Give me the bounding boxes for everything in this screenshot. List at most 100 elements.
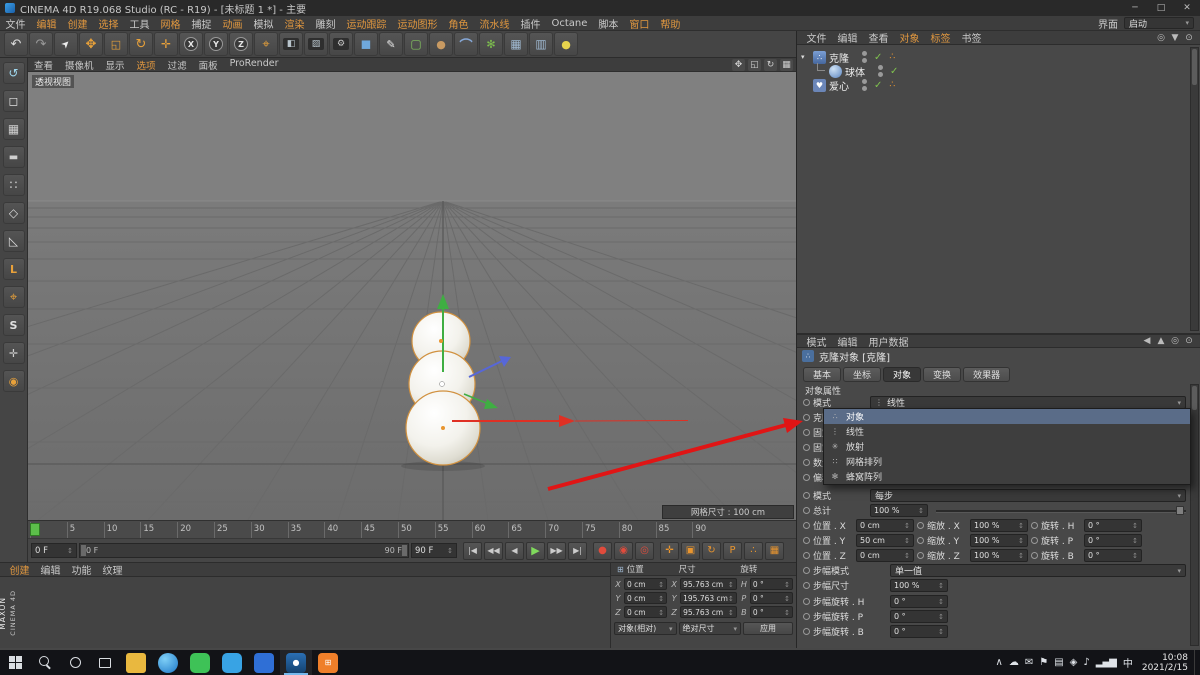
view-label[interactable]: 透视视图 [32, 75, 74, 88]
pos-x-field[interactable]: 0 cm [624, 578, 667, 590]
menu-help[interactable]: 帮助 [655, 16, 686, 31]
om-menu-view[interactable]: 查看 [863, 30, 894, 45]
object-name[interactable]: 克隆 [829, 50, 849, 65]
add-cube-button[interactable]: ◼ [354, 32, 378, 56]
current-frame-field[interactable]: 0 F [31, 543, 77, 558]
object-row-heart-spline[interactable]: ♥ 爱心 ✓ ∴ [801, 78, 895, 92]
amount-slider[interactable] [936, 504, 1186, 517]
key-point-level-button[interactable]: ∴ [744, 542, 763, 560]
goto-start-button[interactable]: |◀ [463, 542, 482, 560]
vp-menu-filter[interactable]: 过滤 [162, 58, 193, 72]
om-menu-bookmarks[interactable]: 书签 [956, 30, 987, 45]
step-rotation-field[interactable]: 0 ° [890, 625, 948, 638]
rotate-tool[interactable]: ↻ [129, 32, 153, 56]
lock-x-button[interactable]: X [179, 32, 203, 56]
taskbar-clock[interactable]: 10:08 2021/2/15 [1142, 653, 1188, 673]
minimize-button[interactable]: ─ [1122, 0, 1148, 16]
current-frame-marker[interactable] [30, 523, 40, 536]
task-view-button[interactable] [90, 650, 120, 675]
tab-coord[interactable]: 坐标 [843, 367, 881, 382]
instance-button[interactable]: ● [429, 32, 453, 56]
lock-y-button[interactable]: Y [204, 32, 228, 56]
attribute-scrollbar[interactable] [1190, 384, 1199, 646]
key-parameter-button[interactable]: P [723, 542, 742, 560]
om-menu-edit[interactable]: 编辑 [832, 30, 863, 45]
am-back-icon[interactable]: ◀ [1140, 336, 1154, 346]
render-view-button[interactable]: ◧ [279, 32, 303, 56]
menu-animate[interactable]: 动画 [217, 16, 248, 31]
om-search-icon[interactable]: ◎ [1154, 33, 1168, 43]
keyframe-selection-button[interactable]: ◎ [635, 542, 654, 560]
maximize-button[interactable]: □ [1148, 0, 1174, 16]
size-mode-select[interactable]: 绝对尺寸 [679, 622, 742, 635]
snap-button[interactable]: ⌖ [3, 286, 25, 308]
object-manager[interactable]: ▾ ∴ 克隆 ✓ ∴ 球体 ✓ ♥ 爱心 ✓ ∴ [797, 45, 1200, 334]
menu-render[interactable]: 渲染 [279, 16, 310, 31]
tray-network-icon[interactable]: ▂▄▆ [1096, 657, 1116, 668]
coordinate-system-button[interactable]: ⌖ [254, 32, 278, 56]
undo-button[interactable]: ↶ [4, 32, 28, 56]
pan-view-icon[interactable]: ✥ [732, 59, 745, 71]
next-frame-button[interactable]: ▶▶ [547, 542, 566, 560]
step-mode2-select[interactable]: 单一值 [890, 564, 1186, 577]
tray-gem-icon[interactable]: ◈ [1070, 657, 1077, 668]
visibility-dots[interactable] [862, 79, 867, 91]
show-desktop-button[interactable] [1194, 650, 1200, 675]
vp-menu-cameras[interactable]: 摄像机 [59, 58, 100, 72]
prev-frame-button[interactable]: ◀ [505, 542, 524, 560]
object-manager-scrollbar[interactable] [1190, 47, 1199, 331]
menu-pipeline[interactable]: 流水线 [474, 16, 515, 31]
tray-sound-icon[interactable]: ♪ [1083, 657, 1088, 668]
scale-y-field[interactable]: 100 % [970, 534, 1028, 547]
start-button[interactable] [0, 650, 30, 675]
end-frame-field[interactable]: 90 F [411, 543, 457, 558]
step-rotation-field[interactable]: 0 ° [890, 595, 948, 608]
step-rotation-field[interactable]: 0 ° [890, 610, 948, 623]
size-x-field[interactable]: 95.763 cm [680, 578, 737, 590]
om-menu-file[interactable]: 文件 [801, 30, 832, 45]
size-y-field[interactable]: 195.763 cm [680, 592, 737, 604]
tray-ime-icon[interactable]: 中 [1123, 655, 1132, 670]
vp-menu-panel[interactable]: 面板 [193, 58, 224, 72]
transform-mode-select[interactable]: 对象(相对) [614, 622, 677, 635]
light-button[interactable]: ● [554, 32, 578, 56]
object-row-cloner[interactable]: ▾ ∴ 克隆 ✓ ∴ [801, 50, 895, 64]
taskbar-app-remote[interactable]: ⊞ [312, 650, 344, 675]
menu-sculpt[interactable]: 雕刻 [310, 16, 341, 31]
object-name[interactable]: 球体 [845, 64, 865, 79]
om-filter-icon[interactable]: ▼ [1168, 33, 1182, 43]
mat-menu-texture[interactable]: 纹理 [97, 562, 128, 577]
menu-mesh[interactable]: 网格 [155, 16, 186, 31]
bend-deformer-button[interactable]: ⌒ [454, 32, 478, 56]
menu-select[interactable]: 选择 [93, 16, 124, 31]
menu-snap[interactable]: 捕捉 [186, 16, 217, 31]
make-editable-button[interactable]: ↺ [3, 62, 25, 84]
menu-file[interactable]: 文件 [0, 16, 31, 31]
layout-select[interactable]: 启动 [1124, 17, 1194, 29]
tab-object[interactable]: 对象 [883, 367, 921, 382]
timeline-ruler[interactable]: 051015202530354045505560657075808590 [28, 520, 796, 538]
mat-menu-create[interactable]: 创建 [4, 562, 35, 577]
redo-button[interactable]: ↷ [29, 32, 53, 56]
menu-tools[interactable]: 工具 [124, 16, 155, 31]
mode-option-object[interactable]: ∴对象 [824, 409, 1190, 424]
lock-workplane-button[interactable]: ◉ [3, 370, 25, 392]
view-layout-button[interactable]: ▦ [504, 32, 528, 56]
scale-tool[interactable]: ◱ [104, 32, 128, 56]
live-selection-tool[interactable]: ➤ [54, 32, 78, 56]
polygons-mode-button[interactable]: ◺ [3, 230, 25, 252]
step-size-field[interactable]: 100 % [890, 579, 948, 592]
am-menu-mode[interactable]: 模式 [801, 334, 832, 349]
taskbar-app-docs[interactable] [248, 650, 280, 675]
timeline-range-slider[interactable]: 0 F 90 F [79, 543, 409, 558]
mode-option-radial[interactable]: ✳放射 [824, 439, 1190, 454]
vp-menu-options[interactable]: 选项 [131, 58, 162, 72]
spinner-icon[interactable] [447, 546, 453, 556]
rot-b-field[interactable]: 0 ° [1084, 549, 1142, 562]
am-menu-edit[interactable]: 编辑 [832, 334, 863, 349]
tab-transform[interactable]: 变换 [923, 367, 961, 382]
edges-mode-button[interactable]: ◇ [3, 202, 25, 224]
tray-cloud-icon[interactable]: ☁ [1009, 657, 1018, 668]
am-lock-icon[interactable]: ⊙ [1182, 336, 1196, 346]
goto-prev-key-button[interactable]: ◀◀ [484, 542, 503, 560]
